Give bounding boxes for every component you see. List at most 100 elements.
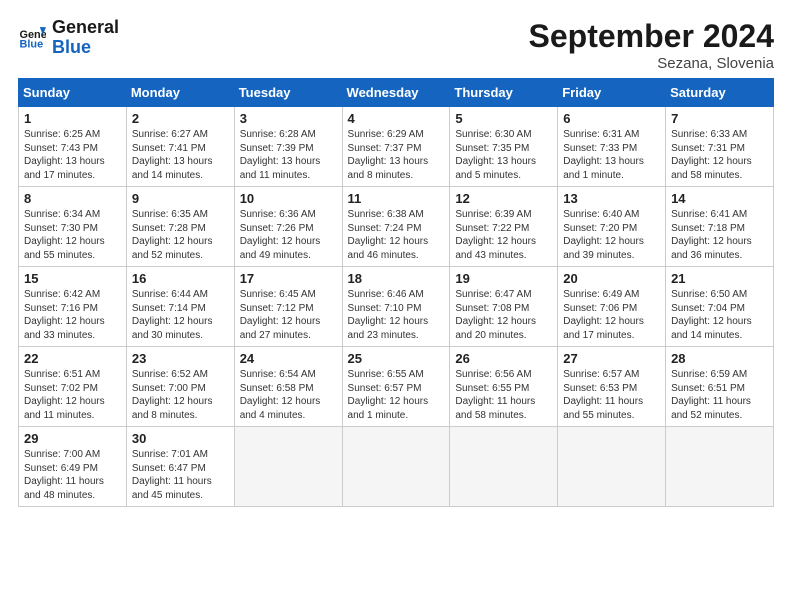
- calendar-cell: 8 Sunrise: 6:34 AMSunset: 7:30 PMDayligh…: [19, 187, 127, 267]
- calendar-cell: 12 Sunrise: 6:39 AMSunset: 7:22 PMDaylig…: [450, 187, 558, 267]
- cell-info: Sunrise: 6:56 AMSunset: 6:55 PMDaylight:…: [455, 368, 552, 422]
- cell-info: Sunrise: 6:35 AMSunset: 7:28 PMDaylight:…: [132, 208, 229, 262]
- day-number: 6: [563, 111, 660, 126]
- calendar-cell: 26 Sunrise: 6:56 AMSunset: 6:55 PMDaylig…: [450, 347, 558, 427]
- cell-info: Sunrise: 6:31 AMSunset: 7:33 PMDaylight:…: [563, 128, 660, 182]
- cell-info: Sunrise: 6:40 AMSunset: 7:20 PMDaylight:…: [563, 208, 660, 262]
- day-number: 21: [671, 271, 768, 286]
- calendar-cell: 9 Sunrise: 6:35 AMSunset: 7:28 PMDayligh…: [126, 187, 234, 267]
- col-header-saturday: Saturday: [666, 79, 774, 107]
- day-number: 28: [671, 351, 768, 366]
- cell-info: Sunrise: 6:41 AMSunset: 7:18 PMDaylight:…: [671, 208, 768, 262]
- cell-info: Sunrise: 6:25 AMSunset: 7:43 PMDaylight:…: [24, 128, 121, 182]
- day-number: 27: [563, 351, 660, 366]
- calendar-cell: [558, 427, 666, 507]
- day-number: 17: [240, 271, 337, 286]
- col-header-monday: Monday: [126, 79, 234, 107]
- calendar-cell: 4 Sunrise: 6:29 AMSunset: 7:37 PMDayligh…: [342, 107, 450, 187]
- calendar-week-row: 8 Sunrise: 6:34 AMSunset: 7:30 PMDayligh…: [19, 187, 774, 267]
- calendar-cell: 3 Sunrise: 6:28 AMSunset: 7:39 PMDayligh…: [234, 107, 342, 187]
- calendar-cell: 7 Sunrise: 6:33 AMSunset: 7:31 PMDayligh…: [666, 107, 774, 187]
- calendar-cell: 22 Sunrise: 6:51 AMSunset: 7:02 PMDaylig…: [19, 347, 127, 427]
- logo-blue: Blue: [52, 38, 119, 58]
- cell-info: Sunrise: 6:51 AMSunset: 7:02 PMDaylight:…: [24, 368, 121, 422]
- cell-info: Sunrise: 6:46 AMSunset: 7:10 PMDaylight:…: [348, 288, 445, 342]
- day-number: 12: [455, 191, 552, 206]
- cell-info: Sunrise: 6:30 AMSunset: 7:35 PMDaylight:…: [455, 128, 552, 182]
- calendar-cell: 10 Sunrise: 6:36 AMSunset: 7:26 PMDaylig…: [234, 187, 342, 267]
- calendar-cell: [342, 427, 450, 507]
- day-number: 29: [24, 431, 121, 446]
- cell-info: Sunrise: 6:42 AMSunset: 7:16 PMDaylight:…: [24, 288, 121, 342]
- cell-info: Sunrise: 6:29 AMSunset: 7:37 PMDaylight:…: [348, 128, 445, 182]
- calendar-cell: 19 Sunrise: 6:47 AMSunset: 7:08 PMDaylig…: [450, 267, 558, 347]
- calendar-cell: [234, 427, 342, 507]
- col-header-friday: Friday: [558, 79, 666, 107]
- calendar-cell: 29 Sunrise: 7:00 AMSunset: 6:49 PMDaylig…: [19, 427, 127, 507]
- calendar-table: SundayMondayTuesdayWednesdayThursdayFrid…: [18, 78, 774, 507]
- day-number: 26: [455, 351, 552, 366]
- col-header-wednesday: Wednesday: [342, 79, 450, 107]
- calendar-week-row: 29 Sunrise: 7:00 AMSunset: 6:49 PMDaylig…: [19, 427, 774, 507]
- calendar-cell: 30 Sunrise: 7:01 AMSunset: 6:47 PMDaylig…: [126, 427, 234, 507]
- calendar-cell: 6 Sunrise: 6:31 AMSunset: 7:33 PMDayligh…: [558, 107, 666, 187]
- month-title: September 2024: [529, 18, 774, 55]
- cell-info: Sunrise: 6:28 AMSunset: 7:39 PMDaylight:…: [240, 128, 337, 182]
- calendar-cell: 24 Sunrise: 6:54 AMSunset: 6:58 PMDaylig…: [234, 347, 342, 427]
- col-header-tuesday: Tuesday: [234, 79, 342, 107]
- logo-general: General: [52, 17, 119, 37]
- calendar-cell: 27 Sunrise: 6:57 AMSunset: 6:53 PMDaylig…: [558, 347, 666, 427]
- cell-info: Sunrise: 6:59 AMSunset: 6:51 PMDaylight:…: [671, 368, 768, 422]
- cell-info: Sunrise: 6:57 AMSunset: 6:53 PMDaylight:…: [563, 368, 660, 422]
- cell-info: Sunrise: 6:50 AMSunset: 7:04 PMDaylight:…: [671, 288, 768, 342]
- calendar-cell: 2 Sunrise: 6:27 AMSunset: 7:41 PMDayligh…: [126, 107, 234, 187]
- calendar-cell: 16 Sunrise: 6:44 AMSunset: 7:14 PMDaylig…: [126, 267, 234, 347]
- day-number: 15: [24, 271, 121, 286]
- day-number: 10: [240, 191, 337, 206]
- location-subtitle: Sezana, Slovenia: [529, 55, 774, 72]
- col-header-sunday: Sunday: [19, 79, 127, 107]
- day-number: 11: [348, 191, 445, 206]
- cell-info: Sunrise: 6:34 AMSunset: 7:30 PMDaylight:…: [24, 208, 121, 262]
- calendar-cell: 1 Sunrise: 6:25 AMSunset: 7:43 PMDayligh…: [19, 107, 127, 187]
- day-number: 9: [132, 191, 229, 206]
- day-number: 30: [132, 431, 229, 446]
- calendar-cell: [450, 427, 558, 507]
- page-header: General Blue General Blue September 2024…: [18, 18, 774, 72]
- logo: General Blue General Blue: [18, 18, 119, 58]
- calendar-cell: 17 Sunrise: 6:45 AMSunset: 7:12 PMDaylig…: [234, 267, 342, 347]
- day-number: 3: [240, 111, 337, 126]
- cell-info: Sunrise: 6:44 AMSunset: 7:14 PMDaylight:…: [132, 288, 229, 342]
- calendar-cell: 13 Sunrise: 6:40 AMSunset: 7:20 PMDaylig…: [558, 187, 666, 267]
- title-block: September 2024 Sezana, Slovenia: [529, 18, 774, 72]
- calendar-cell: 5 Sunrise: 6:30 AMSunset: 7:35 PMDayligh…: [450, 107, 558, 187]
- calendar-cell: 23 Sunrise: 6:52 AMSunset: 7:00 PMDaylig…: [126, 347, 234, 427]
- cell-info: Sunrise: 6:33 AMSunset: 7:31 PMDaylight:…: [671, 128, 768, 182]
- calendar-cell: 20 Sunrise: 6:49 AMSunset: 7:06 PMDaylig…: [558, 267, 666, 347]
- cell-info: Sunrise: 6:27 AMSunset: 7:41 PMDaylight:…: [132, 128, 229, 182]
- day-number: 4: [348, 111, 445, 126]
- calendar-cell: 18 Sunrise: 6:46 AMSunset: 7:10 PMDaylig…: [342, 267, 450, 347]
- cell-info: Sunrise: 6:45 AMSunset: 7:12 PMDaylight:…: [240, 288, 337, 342]
- cell-info: Sunrise: 7:01 AMSunset: 6:47 PMDaylight:…: [132, 448, 229, 502]
- cell-info: Sunrise: 6:38 AMSunset: 7:24 PMDaylight:…: [348, 208, 445, 262]
- day-number: 19: [455, 271, 552, 286]
- cell-info: Sunrise: 6:52 AMSunset: 7:00 PMDaylight:…: [132, 368, 229, 422]
- svg-text:Blue: Blue: [20, 38, 44, 50]
- calendar-cell: [666, 427, 774, 507]
- calendar-header-row: SundayMondayTuesdayWednesdayThursdayFrid…: [19, 79, 774, 107]
- day-number: 23: [132, 351, 229, 366]
- cell-info: Sunrise: 7:00 AMSunset: 6:49 PMDaylight:…: [24, 448, 121, 502]
- day-number: 16: [132, 271, 229, 286]
- logo-icon: General Blue: [18, 24, 46, 52]
- day-number: 18: [348, 271, 445, 286]
- day-number: 2: [132, 111, 229, 126]
- calendar-week-row: 1 Sunrise: 6:25 AMSunset: 7:43 PMDayligh…: [19, 107, 774, 187]
- day-number: 7: [671, 111, 768, 126]
- day-number: 5: [455, 111, 552, 126]
- cell-info: Sunrise: 6:49 AMSunset: 7:06 PMDaylight:…: [563, 288, 660, 342]
- day-number: 24: [240, 351, 337, 366]
- cell-info: Sunrise: 6:55 AMSunset: 6:57 PMDaylight:…: [348, 368, 445, 422]
- calendar-cell: 21 Sunrise: 6:50 AMSunset: 7:04 PMDaylig…: [666, 267, 774, 347]
- calendar-cell: 15 Sunrise: 6:42 AMSunset: 7:16 PMDaylig…: [19, 267, 127, 347]
